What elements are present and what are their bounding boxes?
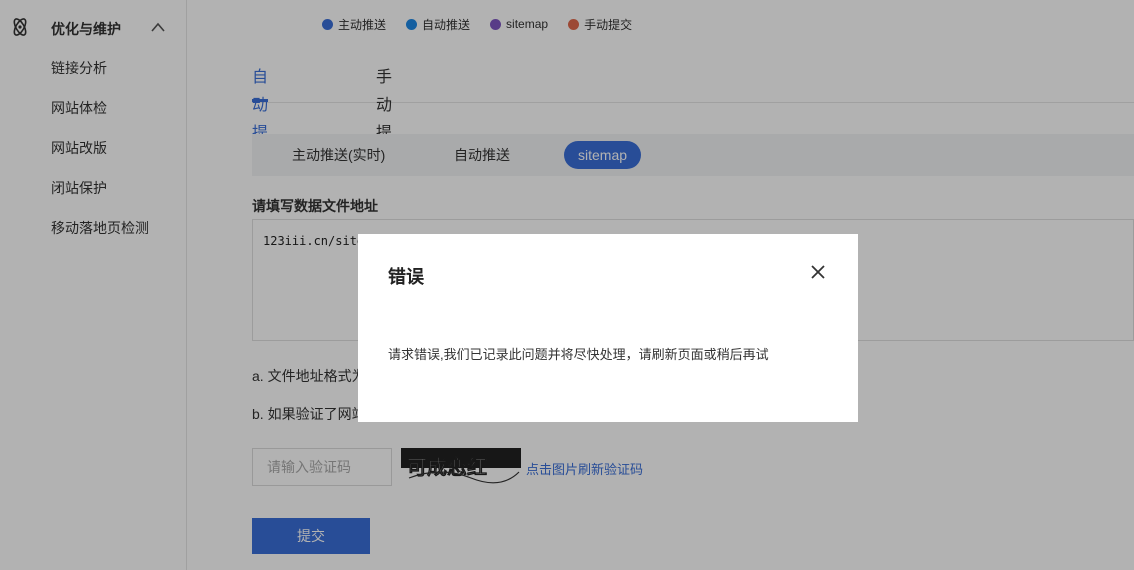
dialog-title: 错误 bbox=[388, 267, 424, 287]
dialog-message: 请求错误,我们已记录此问题并将尽快处理，请刷新页面或稍后再试 bbox=[388, 347, 769, 362]
error-dialog: 错误 请求错误,我们已记录此问题并将尽快处理，请刷新页面或稍后再试 bbox=[358, 234, 858, 422]
close-icon[interactable] bbox=[808, 262, 828, 282]
